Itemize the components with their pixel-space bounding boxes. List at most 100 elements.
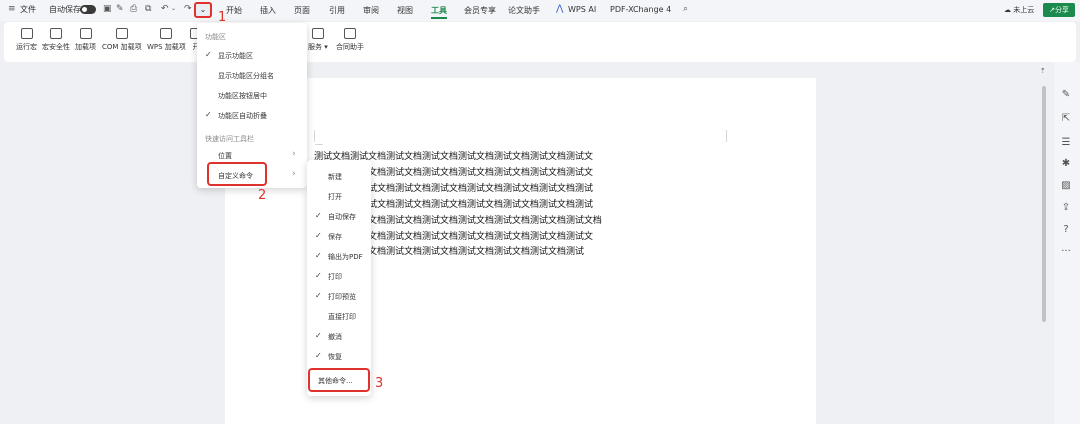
submenu-item-save[interactable]: 保存 xyxy=(328,232,342,242)
hamburger-icon[interactable]: ≡ xyxy=(8,5,16,14)
highlight-box xyxy=(207,162,267,186)
crop-mark xyxy=(726,130,727,142)
brush-icon[interactable]: ✎ xyxy=(116,5,124,14)
cube-gear-icon xyxy=(160,28,173,39)
customize-commands-submenu: 新建 打开 ✓ 自动保存 ✓ 保存 ✓ 输出为PDF ✓ 打印 ✓ 打印预览 直… xyxy=(307,160,371,396)
more-icon[interactable]: ··· xyxy=(1060,246,1072,257)
highlight-box xyxy=(308,368,370,392)
run-macro-button[interactable]: 运行宏 xyxy=(16,28,37,52)
print-icon[interactable]: ⎙ xyxy=(130,5,137,14)
chevron-down-icon: ▾ xyxy=(324,43,328,51)
document-line: 测试文档测试文档测试文档测试文档测试文档测试文档测试文档测试 xyxy=(314,247,584,258)
tab-view[interactable]: 视图 xyxy=(397,5,413,16)
submenu-item-new[interactable]: 新建 xyxy=(328,172,342,182)
tools-icon[interactable]: ✱ xyxy=(1060,158,1072,169)
wps-ai-icon: ⋀ xyxy=(556,4,564,14)
tab-reference[interactable]: 引用 xyxy=(329,5,345,16)
cube-gear-icon xyxy=(115,28,128,39)
quick-access-customize-button[interactable]: ⌄ xyxy=(194,2,212,18)
check-icon: ✓ xyxy=(205,50,212,59)
chevron-down-icon: ⌄ xyxy=(199,5,207,14)
document-line: 测试文档测试文档测试文档测试文档测试文档测试文档测试文档测试文 xyxy=(314,231,593,242)
services-button[interactable]: 服务 ▾ xyxy=(308,28,328,52)
check-icon: ✓ xyxy=(315,251,322,260)
tab-member[interactable]: 会员专享 xyxy=(464,5,496,16)
search-icon[interactable]: ⌕ xyxy=(683,5,688,14)
menu-item-show-group-names[interactable]: 显示功能区分组名 xyxy=(218,71,274,81)
wps-addins-button[interactable]: WPS 加载项 xyxy=(147,28,186,52)
check-icon: ✓ xyxy=(315,291,322,300)
print-preview-icon[interactable]: ⧉ xyxy=(145,5,151,14)
document-line: 测试文档测试文档测试文档测试文档测试文档测试文档测试文档测试文 xyxy=(314,167,593,178)
submenu-item-print-preview[interactable]: 打印预览 xyxy=(328,292,356,302)
tab-wps-ai[interactable]: WPS AI xyxy=(568,5,596,14)
submenu-item-redo[interactable]: 恢复 xyxy=(328,352,342,362)
tab-review[interactable]: 审阅 xyxy=(363,5,379,16)
tab-insert[interactable]: 插入 xyxy=(260,5,276,16)
tab-home[interactable]: 开始 xyxy=(226,5,242,16)
check-icon: ✓ xyxy=(315,351,322,360)
submenu-item-autosave[interactable]: 自动保存 xyxy=(328,212,356,222)
pen-icon[interactable]: ✎ xyxy=(1060,89,1072,100)
menu-item-show-ribbon[interactable]: 显示功能区 xyxy=(218,51,253,61)
document-line: 测试文档测试文档测试文档测试文档测试文档测试文档测试文档测试文档 xyxy=(314,215,602,226)
chevron-right-icon: › xyxy=(292,149,296,159)
menu-item-center-buttons[interactable]: 功能区按钮居中 xyxy=(218,91,267,101)
scroll-to-top-icon[interactable]: ⇡ xyxy=(1040,67,1046,75)
tab-page[interactable]: 页面 xyxy=(294,5,310,16)
crop-mark xyxy=(314,130,315,142)
share-sidebar-icon[interactable]: ⇪ xyxy=(1060,202,1072,213)
tab-tools[interactable]: 工具 xyxy=(431,5,447,16)
services-icon xyxy=(311,28,324,39)
com-addins-button[interactable]: COM 加载项 xyxy=(102,28,142,52)
active-tab-indicator xyxy=(431,17,447,19)
step-number: 2 xyxy=(258,188,267,203)
submenu-item-export-pdf[interactable]: 输出为PDF xyxy=(328,252,363,262)
chevron-right-icon: › xyxy=(292,169,296,179)
menu-item-auto-collapse[interactable]: 功能区自动折叠 xyxy=(218,111,267,121)
share-button[interactable]: ↗分享 xyxy=(1043,3,1075,17)
document-body[interactable]: 测试文档测试文档测试文档测试文档测试文档测试文档测试文档测试文 测试文档测试文档… xyxy=(314,150,728,261)
tab-paper-assistant[interactable]: 论文助手 xyxy=(508,5,540,16)
title-bar: ≡ 文件 自动保存 ▣ ✎ ⎙ ⧉ ↶ ⌄ ↷ ⌄ 开始 插入 页面 引用 审阅… xyxy=(0,0,1080,21)
check-icon: ✓ xyxy=(315,211,322,220)
ribbon-toolbar: 运行宏 宏安全性 加载项 COM 加载项 WPS 加载项 开 服务 ▾ 合同助手 xyxy=(4,22,1076,62)
undo-icon[interactable]: ↶ xyxy=(161,5,169,14)
contract-assistant-button[interactable]: 合同助手 xyxy=(336,28,364,52)
cube-icon xyxy=(79,28,92,39)
redo-icon[interactable]: ↷ xyxy=(184,5,192,14)
step-number: 3 xyxy=(375,376,384,391)
submenu-item-open[interactable]: 打开 xyxy=(328,192,342,202)
menu-section-title: 快速访问工具栏 xyxy=(205,135,254,143)
macro-security-button[interactable]: 宏安全性 xyxy=(42,28,70,52)
cloud-status[interactable]: ☁ 未上云 xyxy=(1004,5,1034,15)
submenu-item-direct-print[interactable]: 直接打印 xyxy=(328,312,356,322)
vertical-scrollbar[interactable] xyxy=(1042,86,1046,322)
check-icon: ✓ xyxy=(315,331,322,340)
check-icon: ✓ xyxy=(315,271,322,280)
menu-section-title: 功能区 xyxy=(205,33,226,41)
document-line: 测试文档测试文档测试文档测试文档测试文档测试文档测试文档测试文 xyxy=(314,152,593,162)
help-icon[interactable]: ? xyxy=(1060,224,1072,235)
undo-dropdown-icon[interactable]: ⌄ xyxy=(171,6,176,12)
check-icon: ✓ xyxy=(205,110,212,119)
contract-icon xyxy=(344,28,356,39)
autosave-toggle[interactable] xyxy=(80,5,96,14)
autosave-label: 自动保存 xyxy=(49,5,81,14)
document-line: 档测试文档测试文档测试文档测试文档测试文档测试文档测试文档测试 xyxy=(314,183,593,194)
image-edit-icon[interactable]: ▨ xyxy=(1060,180,1072,191)
cursor-select-icon[interactable]: ⇱ xyxy=(1060,113,1072,124)
submenu-item-print[interactable]: 打印 xyxy=(328,272,342,282)
macro-icon xyxy=(20,28,33,39)
shield-icon xyxy=(50,28,62,39)
save-icon[interactable]: ▣ xyxy=(103,5,112,14)
step-number: 1 xyxy=(218,10,227,25)
submenu-item-undo[interactable]: 撤消 xyxy=(328,332,342,342)
file-menu[interactable]: 文件 xyxy=(20,4,36,15)
addins-button[interactable]: 加载项 xyxy=(75,28,96,52)
settings-sliders-icon[interactable]: ☰ xyxy=(1060,137,1072,148)
document-line: 档测试文档测试文档测试文档测试文档测试文档测试文档测试文档测试 xyxy=(314,199,593,210)
tab-pdf-xchange[interactable]: PDF-XChange 4 xyxy=(610,5,671,14)
crop-mark xyxy=(315,144,323,145)
menu-item-position[interactable]: 位置 xyxy=(218,151,232,161)
